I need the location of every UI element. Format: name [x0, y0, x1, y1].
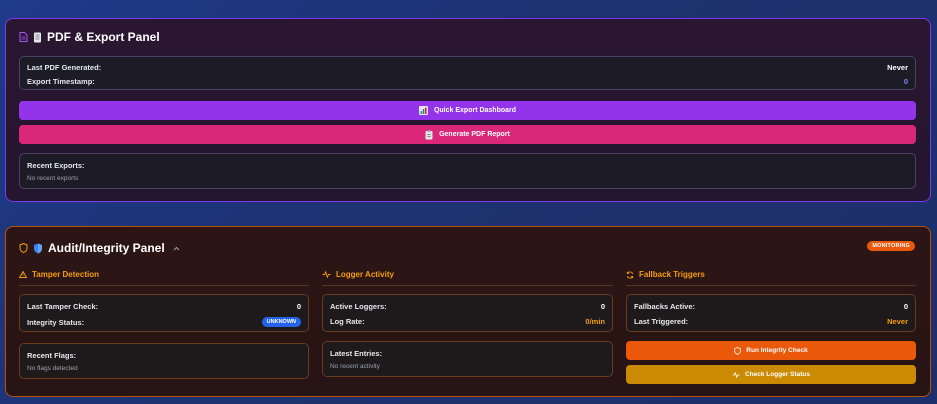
pdf-status-box: Last PDF Generated: Never Export Timesta… [19, 56, 916, 90]
active-loggers-row: Active Loggers: 0 [330, 302, 605, 311]
activity-icon [732, 371, 740, 378]
latest-entries-label: Latest Entries: [330, 349, 383, 358]
chart-icon [418, 106, 428, 115]
tamper-detection-heading: Tamper Detection [19, 270, 99, 279]
latest-entries-empty: No recent activity [330, 363, 380, 370]
recent-exports-heading: Recent Exports: [27, 161, 908, 170]
tamper-divider [19, 285, 309, 286]
integrity-status-row: Integrity Status: UNKNOWN [27, 317, 301, 327]
recent-exports-empty-row: No recent exports [27, 175, 908, 182]
recent-flags-label: Recent Flags: [27, 351, 77, 360]
run-integrity-check-label: Run Integrity Check [746, 347, 808, 354]
log-rate-value: 0/min [585, 317, 605, 326]
last-tamper-check-value: 0 [296, 302, 301, 311]
warning-icon [19, 271, 27, 278]
export-timestamp-row: Export Timestamp: 0 [27, 77, 908, 86]
logger-activity-heading-text: Logger Activity [336, 270, 394, 279]
logger-status-box: Active Loggers: 0 Log Rate: 0/min [322, 294, 613, 332]
integrity-status-label: Integrity Status: [27, 317, 85, 327]
last-triggered-row: Last Triggered: Never [634, 317, 908, 326]
recent-exports-box: Recent Exports: No recent exports [19, 153, 916, 189]
fallbacks-active-label: Fallbacks Active: [634, 302, 695, 311]
last-pdf-row: Last PDF Generated: Never [27, 63, 908, 72]
check-logger-status-button[interactable]: Check Logger Status [626, 365, 916, 384]
quick-export-button[interactable]: Quick Export Dashboard [19, 101, 916, 120]
tamper-detection-heading-text: Tamper Detection [32, 270, 99, 279]
chevron-up-icon[interactable] [173, 246, 180, 251]
generate-pdf-label: Generate PDF Report [439, 131, 510, 138]
shield-outline-icon [734, 346, 741, 355]
integrity-status-badge: UNKNOWN [261, 317, 301, 327]
shield-blue-icon [33, 243, 43, 254]
activity-icon [322, 271, 331, 278]
pdf-panel-title: PDF & Export Panel [19, 30, 160, 44]
clipboard-icon [425, 129, 433, 140]
latest-entries-heading: Latest Entries: [330, 349, 605, 358]
scroll-icon [33, 32, 42, 43]
log-rate-row: Log Rate: 0/min [330, 317, 605, 326]
tamper-status-box: Last Tamper Check: 0 Integrity Status: U… [19, 294, 309, 332]
last-pdf-label: Last PDF Generated: [27, 63, 102, 72]
latest-entries-empty-row: No recent activity [330, 363, 605, 370]
export-timestamp-value: 0 [903, 77, 908, 86]
pdf-export-panel: PDF & Export Panel Last PDF Generated: N… [5, 18, 931, 202]
recent-flags-box: Recent Flags: No flags detected [19, 343, 309, 379]
pdf-panel-title-text: PDF & Export Panel [47, 30, 160, 44]
active-loggers-value: 0 [600, 302, 605, 311]
audit-integrity-panel: Audit/Integrity Panel MONITORING Tamper … [5, 226, 931, 397]
latest-entries-box: Latest Entries: No recent activity [322, 341, 613, 377]
recent-exports-label: Recent Exports: [27, 161, 85, 170]
last-tamper-check-row: Last Tamper Check: 0 [27, 302, 301, 311]
refresh-icon [626, 271, 634, 279]
last-pdf-value: Never [887, 63, 908, 72]
logger-activity-heading: Logger Activity [322, 270, 394, 279]
recent-flags-empty-row: No flags detected [27, 365, 301, 372]
audit-panel-title: Audit/Integrity Panel [19, 241, 180, 255]
recent-exports-empty: No recent exports [27, 175, 79, 182]
fallbacks-active-value: 0 [903, 302, 908, 311]
last-triggered-value: Never [887, 317, 908, 326]
quick-export-label: Quick Export Dashboard [433, 107, 517, 114]
fallback-triggers-heading: Fallback Triggers [626, 270, 705, 279]
recent-flags-heading: Recent Flags: [27, 351, 301, 360]
fallback-triggers-heading-text: Fallback Triggers [639, 270, 705, 279]
log-rate-label: Log Rate: [330, 317, 365, 326]
generate-pdf-button[interactable]: Generate PDF Report [19, 125, 916, 144]
recent-flags-empty: No flags detected [27, 365, 78, 372]
last-triggered-label: Last Triggered: [634, 317, 689, 326]
monitoring-badge: MONITORING [867, 241, 915, 251]
fallback-status-box: Fallbacks Active: 0 Last Triggered: Neve… [626, 294, 916, 332]
document-icon [19, 32, 28, 42]
fallbacks-active-row: Fallbacks Active: 0 [634, 302, 908, 311]
active-loggers-label: Active Loggers: [330, 302, 387, 311]
audit-panel-title-text: Audit/Integrity Panel [48, 241, 165, 255]
fallback-divider [626, 285, 916, 286]
shield-outline-icon [19, 243, 28, 253]
run-integrity-check-button[interactable]: Run Integrity Check [626, 341, 916, 360]
logger-divider [322, 285, 613, 286]
last-tamper-check-label: Last Tamper Check: [27, 302, 99, 311]
export-timestamp-label: Export Timestamp: [27, 77, 95, 86]
check-logger-status-label: Check Logger Status [744, 371, 810, 378]
